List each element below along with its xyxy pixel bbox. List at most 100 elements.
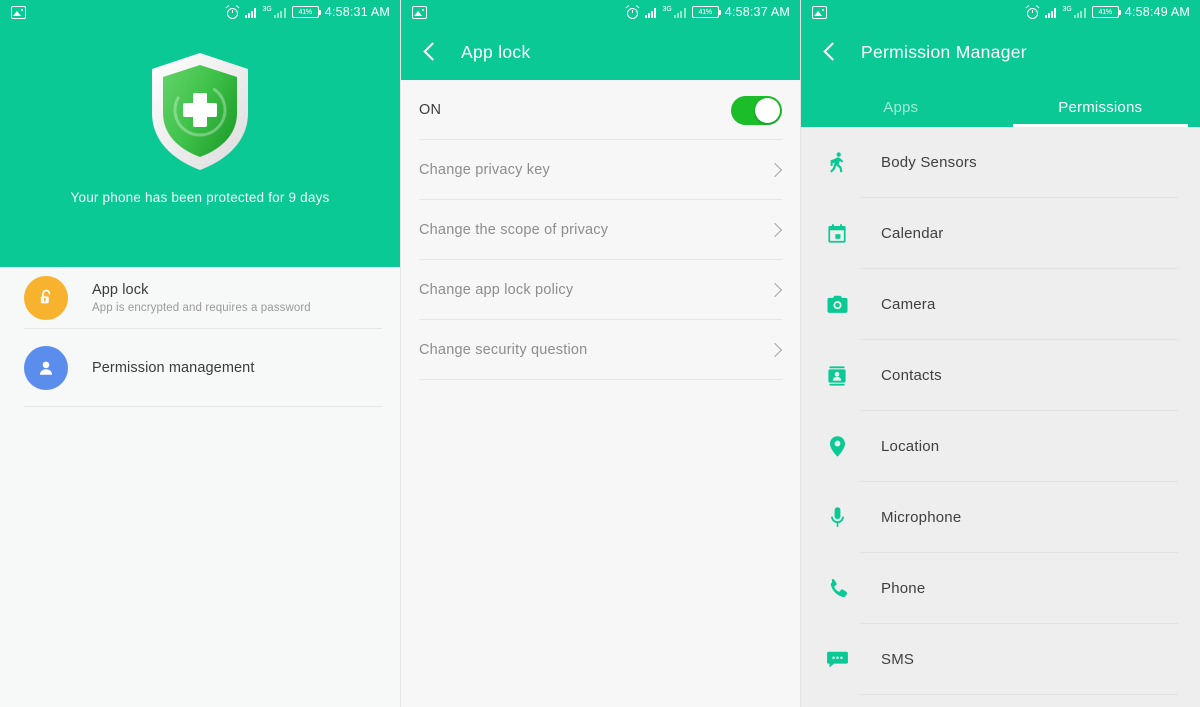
panel-security-home: 3G 41% 4:58:31 AM Your phone has been pr… — [0, 0, 400, 707]
network-type-label: 3G — [262, 6, 272, 13]
row-label: Change app lock policy — [419, 282, 574, 298]
status-bar: 3G 41% 4:58:37 AM — [401, 0, 800, 24]
calendar-icon — [821, 219, 853, 249]
list-item-contacts[interactable]: Contacts — [801, 340, 1200, 411]
list-divider — [419, 379, 782, 380]
signal-bars-icon — [244, 6, 257, 18]
permission-label: Body Sensors — [881, 154, 977, 171]
list-item-location[interactable]: Location — [801, 411, 1200, 482]
app-lock-settings-list: ON Change privacy key Change the scope o… — [401, 80, 800, 380]
permission-label: SMS — [881, 651, 915, 668]
running-person-icon — [821, 148, 853, 178]
row-change-scope-of-privacy[interactable]: Change the scope of privacy — [401, 200, 800, 260]
row-change-privacy-key[interactable]: Change privacy key — [401, 140, 800, 200]
app-lock-subtitle: App is encrypted and requires a password — [92, 302, 311, 314]
chevron-right-icon — [769, 344, 782, 357]
network-type-label: 3G — [1062, 6, 1072, 13]
row-label: Change privacy key — [419, 162, 550, 178]
row-label: Change the scope of privacy — [419, 222, 609, 238]
microphone-icon — [821, 503, 853, 533]
clock-label: 4:58:49 AM — [1124, 5, 1190, 19]
chevron-right-icon — [769, 224, 782, 237]
chevron-right-icon — [769, 284, 782, 297]
list-item-camera[interactable]: Camera — [801, 269, 1200, 340]
list-item-app-lock[interactable]: App lock App is encrypted and requires a… — [0, 267, 400, 329]
list-divider — [860, 694, 1178, 695]
list-item-phone[interactable]: Phone — [801, 553, 1200, 624]
photo-icon — [412, 5, 427, 19]
back-chevron-icon[interactable] — [819, 41, 841, 63]
panel-app-lock: 3G 41% 4:58:37 AM App lock ON Change pri… — [400, 0, 800, 707]
status-bar: 3G 41% 4:58:49 AM — [801, 0, 1200, 24]
battery-level-label: 41% — [698, 8, 713, 16]
battery-level-label: 41% — [298, 8, 313, 16]
app-lock-title: App lock — [92, 282, 149, 298]
signal-bars-icon — [1044, 6, 1057, 18]
app-lock-text-block: App lock App is encrypted and requires a… — [92, 282, 311, 314]
contact-card-icon — [821, 361, 853, 391]
permission-label: Contacts — [881, 367, 942, 384]
page-title: Permission Manager — [861, 41, 1027, 62]
row-app-lock-toggle[interactable]: ON — [401, 80, 800, 140]
unlocked-padlock-icon — [24, 276, 68, 320]
alarm-icon — [1025, 4, 1040, 19]
status-bar-right: 3G 41% 4:58:31 AM — [225, 4, 390, 19]
permission-label: Location — [881, 438, 940, 455]
network-type-label: 3G — [662, 6, 672, 13]
page-title: App lock — [461, 41, 531, 62]
protection-hero: Your phone has been protected for 9 days — [0, 24, 400, 267]
list-divider — [24, 406, 382, 407]
app-lock-toggle-label: ON — [419, 102, 442, 118]
security-options-list: App lock App is encrypted and requires a… — [0, 267, 400, 407]
list-item-sms[interactable]: SMS — [801, 624, 1200, 695]
panel-permission-manager: 3G 41% 4:58:49 AM Permission Manager App… — [800, 0, 1200, 707]
list-item-microphone[interactable]: Microphone — [801, 482, 1200, 553]
permission-label: Camera — [881, 296, 936, 313]
app-bar: Permission Manager — [801, 24, 1200, 80]
tab-permissions[interactable]: Permissions — [1001, 80, 1200, 127]
app-bar: App lock — [401, 24, 800, 80]
camera-icon — [821, 290, 853, 320]
list-item-calendar[interactable]: Calendar — [801, 198, 1200, 269]
location-pin-icon — [821, 432, 853, 462]
permission-management-title: Permission management — [92, 360, 255, 376]
tab-bar: Apps Permissions — [801, 80, 1200, 127]
tab-label: Apps — [883, 99, 919, 116]
person-icon — [24, 346, 68, 390]
list-item-body-sensors[interactable]: Body Sensors — [801, 127, 1200, 198]
sms-bubble-icon — [821, 645, 853, 675]
row-change-app-lock-policy[interactable]: Change app lock policy — [401, 260, 800, 320]
clock-label: 4:58:31 AM — [324, 5, 390, 19]
permission-label: Calendar — [881, 225, 944, 242]
phone-handset-icon — [821, 574, 853, 604]
status-bar-left — [812, 5, 827, 19]
battery-icon: 41% — [291, 6, 321, 18]
battery-level-label: 41% — [1098, 8, 1113, 16]
network-type-icon: 3G — [262, 6, 286, 18]
status-bar-left — [412, 5, 427, 19]
chevron-right-icon — [769, 164, 782, 177]
network-type-icon: 3G — [662, 6, 686, 18]
list-item-permission-management[interactable]: Permission management — [0, 329, 400, 407]
shield-plus-icon — [146, 51, 254, 173]
signal-bars-icon — [644, 6, 657, 18]
permission-label: Phone — [881, 580, 926, 597]
alarm-icon — [625, 4, 640, 19]
photo-icon — [11, 5, 26, 19]
back-chevron-icon[interactable] — [419, 41, 441, 63]
permissions-list: Body Sensors Calendar Camera Contacts Lo… — [801, 127, 1200, 695]
tab-apps[interactable]: Apps — [801, 80, 1001, 127]
row-label: Change security question — [419, 342, 588, 358]
row-change-security-question[interactable]: Change security question — [401, 320, 800, 380]
clock-label: 4:58:37 AM — [724, 5, 790, 19]
photo-icon — [812, 5, 827, 19]
status-bar: 3G 41% 4:58:31 AM — [0, 0, 400, 24]
status-bar-right: 3G 41% 4:58:49 AM — [1025, 4, 1190, 19]
network-type-icon: 3G — [1062, 6, 1086, 18]
status-bar-left — [11, 5, 26, 19]
permission-label: Microphone — [881, 509, 962, 526]
app-lock-toggle[interactable] — [731, 95, 782, 125]
screenshot-root: 3G 41% 4:58:31 AM Your phone has been pr… — [0, 0, 1200, 707]
protection-status-text: Your phone has been protected for 9 days — [70, 190, 330, 205]
battery-icon: 41% — [1091, 6, 1121, 18]
